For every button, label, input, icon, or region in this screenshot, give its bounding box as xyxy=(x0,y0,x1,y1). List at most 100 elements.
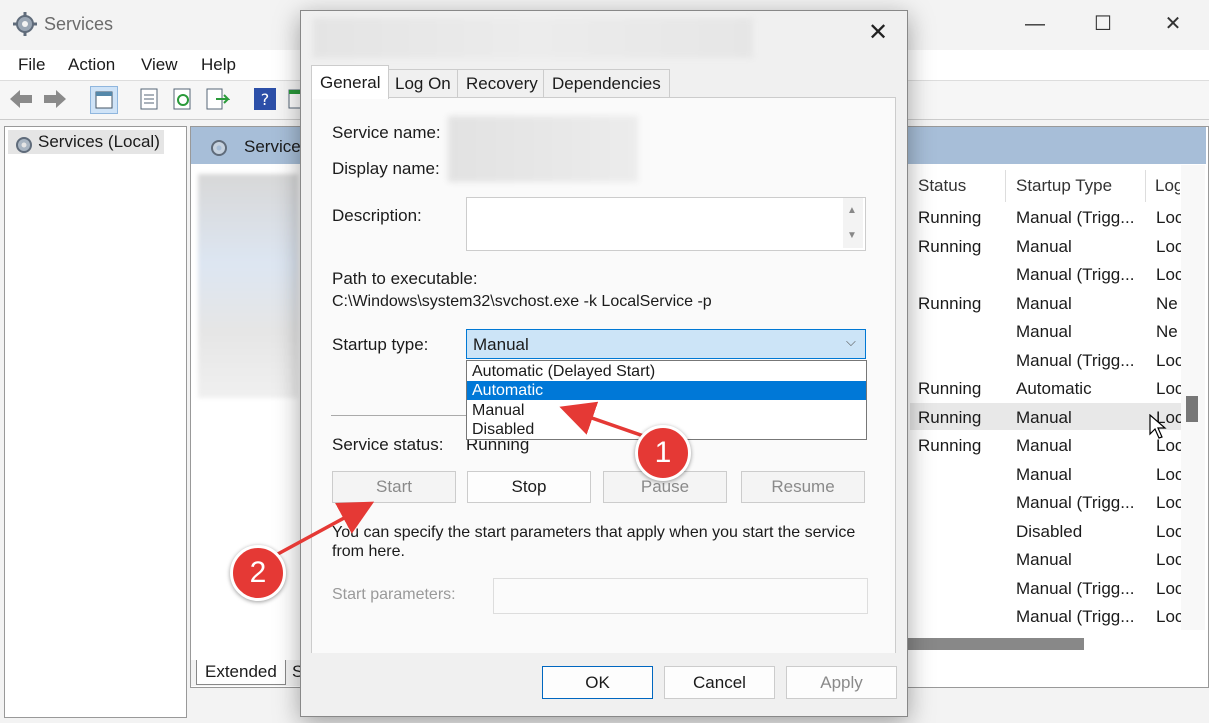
cell-startup-type: Manual xyxy=(1016,464,1072,484)
cell-log-on-as: Loc xyxy=(1156,607,1181,626)
cell-log-on-as: Ne xyxy=(1156,322,1178,341)
cell-startup-type: Manual xyxy=(1016,293,1072,313)
blurred-description xyxy=(198,174,298,398)
tab-dependencies[interactable]: Dependencies xyxy=(543,69,670,99)
column-header-startup-type[interactable]: Startup Type xyxy=(1016,176,1112,196)
cell-startup-type: Manual (Trigg... xyxy=(1016,265,1135,284)
apply-button[interactable]: Apply xyxy=(786,666,897,699)
annotation-badge-1: 1 xyxy=(635,425,691,481)
option-automatic[interactable]: Automatic xyxy=(467,381,866,400)
cell-startup-type: Manual xyxy=(1016,407,1072,427)
path-label: Path to executable: xyxy=(332,269,478,288)
cancel-button[interactable]: Cancel xyxy=(664,666,775,699)
cell-status: Running xyxy=(918,293,982,313)
cell-log-on-as: Loc xyxy=(1156,578,1181,598)
svg-text:?: ? xyxy=(261,90,270,109)
path-value: C:\Windows\system32\svchost.exe -k Local… xyxy=(332,293,712,310)
menu-action[interactable]: Action xyxy=(68,55,115,75)
start-button[interactable]: Start xyxy=(332,471,456,503)
description-label: Description: xyxy=(332,206,422,225)
cell-startup-type: Manual (Trigg... xyxy=(1016,578,1135,598)
cell-status: Running xyxy=(918,407,982,427)
help-icon[interactable]: ? xyxy=(252,86,278,112)
export-list-icon[interactable] xyxy=(204,86,230,112)
cell-startup-type: Manual xyxy=(1016,436,1072,455)
cell-startup-type: Manual (Trigg... xyxy=(1016,208,1135,227)
resume-button[interactable]: Resume xyxy=(741,471,865,503)
column-divider[interactable] xyxy=(1005,170,1006,202)
cell-log-on-as: Loc xyxy=(1156,493,1181,512)
service-status-label: Service status: xyxy=(332,435,444,454)
cell-status: Running xyxy=(918,379,982,398)
refresh-icon[interactable] xyxy=(170,86,196,112)
cell-startup-type: Manual (Trigg... xyxy=(1016,493,1135,512)
cell-log-on-as: Ne xyxy=(1156,293,1178,313)
startup-type-value: Manual xyxy=(473,335,529,354)
close-window-button[interactable]: ✕ xyxy=(1150,6,1196,42)
maximize-button[interactable]: ☐ xyxy=(1080,6,1126,42)
cell-log-on-as: Loc xyxy=(1156,265,1181,284)
vertical-scroll-thumb[interactable] xyxy=(1186,396,1198,422)
annotation-badge-2: 2 xyxy=(230,545,286,601)
back-arrow-icon[interactable] xyxy=(8,86,34,112)
cell-startup-type: Manual xyxy=(1016,236,1072,256)
menu-view[interactable]: View xyxy=(141,55,178,75)
service-name-label: Service name: xyxy=(332,123,441,142)
tab-extended[interactable]: Extended xyxy=(196,660,286,685)
services-gear-icon xyxy=(16,137,32,153)
option-automatic-delayed[interactable]: Automatic (Delayed Start) xyxy=(467,362,866,381)
description-field[interactable] xyxy=(466,197,866,251)
option-manual[interactable]: Manual xyxy=(467,401,866,420)
cell-status: Running xyxy=(918,208,982,227)
chevron-down-icon[interactable]: ⌵ xyxy=(846,334,856,350)
window-title: Services xyxy=(44,14,114,34)
menu-file[interactable]: File xyxy=(18,55,45,75)
cell-startup-type: Manual xyxy=(1016,322,1072,341)
cell-log-on-as: Loc xyxy=(1156,464,1181,484)
scroll-down-icon[interactable]: ▼ xyxy=(847,230,857,241)
scroll-up-icon[interactable]: ▲ xyxy=(847,205,857,216)
start-params-input[interactable] xyxy=(493,578,868,614)
column-header-status[interactable]: Status xyxy=(918,176,966,196)
cell-startup-type: Disabled xyxy=(1016,521,1083,541)
properties-icon[interactable] xyxy=(136,86,162,112)
tab-log-on[interactable]: Log On xyxy=(386,69,460,99)
ok-button[interactable]: OK xyxy=(542,666,653,699)
horizontal-scroll-thumb[interactable] xyxy=(906,638,1084,650)
pane-header-title: Service xyxy=(244,137,301,156)
console-tree-icon[interactable] xyxy=(90,86,118,114)
column-header-log-on-as[interactable]: Log xyxy=(1155,176,1180,196)
display-name-label: Display name: xyxy=(332,159,440,178)
tab-general[interactable]: General xyxy=(311,65,390,99)
stop-button[interactable]: Stop xyxy=(467,471,591,503)
start-params-label: Start parameters: xyxy=(332,586,456,603)
start-params-hint: You can specify the start parameters tha… xyxy=(332,524,856,560)
cell-status: Running xyxy=(918,236,982,256)
cell-log-on-as: Loc xyxy=(1156,350,1181,370)
mouse-cursor-icon xyxy=(1149,414,1167,439)
cell-status: Running xyxy=(918,436,982,455)
column-divider[interactable] xyxy=(1145,170,1146,202)
cell-log-on-as: Loc xyxy=(1156,550,1181,569)
console-tree-pane xyxy=(4,126,187,718)
cell-log-on-as: Loc xyxy=(1156,208,1181,227)
cell-startup-type: Manual (Trigg... xyxy=(1016,607,1135,626)
startup-type-label: Startup type: xyxy=(332,335,429,354)
cell-startup-type: Manual (Trigg... xyxy=(1016,350,1135,370)
menu-help[interactable]: Help xyxy=(201,55,236,75)
cell-startup-type: Automatic xyxy=(1016,379,1092,398)
tab-recovery[interactable]: Recovery xyxy=(457,69,547,99)
cell-log-on-as: Loc xyxy=(1156,236,1181,256)
services-gear-icon xyxy=(13,12,37,36)
dialog-close-button[interactable]: ✕ xyxy=(868,18,888,47)
service-name-value-blurred xyxy=(448,116,638,182)
tree-item-label: Services (Local) xyxy=(38,132,160,151)
cell-log-on-as: Loc xyxy=(1156,379,1181,398)
services-gear-icon xyxy=(211,140,227,156)
minimize-button[interactable]: — xyxy=(1012,6,1058,42)
forward-arrow-icon[interactable] xyxy=(42,86,68,112)
dialog-title-blurred xyxy=(313,18,753,58)
separator xyxy=(331,415,466,416)
cell-log-on-as: Loc xyxy=(1156,521,1181,541)
cell-startup-type: Manual xyxy=(1016,550,1072,569)
